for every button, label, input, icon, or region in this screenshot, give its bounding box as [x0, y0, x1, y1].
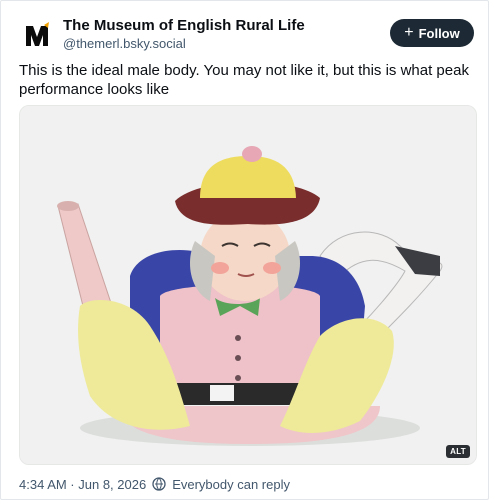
author-handle[interactable]: @themerl.bsky.social	[63, 36, 186, 51]
teapot-figure-image	[20, 106, 476, 464]
globe-reply-icon	[152, 477, 166, 491]
alt-text-badge[interactable]: ALT	[446, 445, 470, 458]
post-header: The Museum of English Rural Life @themer…	[17, 15, 474, 55]
post-footer: 4:34 AM · Jun 8, 2026 Everybody can repl…	[19, 475, 470, 493]
post-timestamp[interactable]: 4:34 AM · Jun 8, 2026	[19, 477, 146, 492]
post-image[interactable]: ALT	[19, 105, 477, 465]
post-text: This is the ideal male body. You may not…	[19, 62, 469, 98]
reply-setting-label: Everybody can reply	[172, 476, 290, 492]
follow-button[interactable]: + Follow	[390, 19, 474, 47]
post-card: The Museum of English Rural Life @themer…	[0, 0, 489, 500]
museum-m-logo-icon[interactable]	[21, 19, 53, 51]
author-name[interactable]: The Museum of English Rural Life	[63, 17, 305, 34]
follow-label: Follow	[418, 25, 460, 41]
plus-icon: +	[404, 24, 414, 41]
